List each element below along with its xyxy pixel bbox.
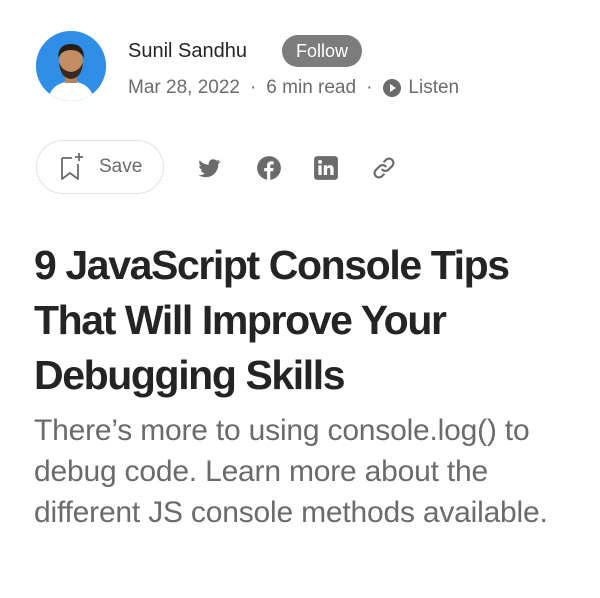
article-subtitle: There’s more to using console.log() to d… [34, 414, 548, 529]
follow-button[interactable]: Follow [282, 35, 363, 67]
meta-separator: · [249, 77, 257, 98]
listen-button[interactable]: Listen [382, 76, 459, 100]
link-icon[interactable] [371, 155, 397, 181]
meta-separator: · [366, 77, 373, 98]
bookmark-add-icon [59, 152, 85, 182]
author-avatar[interactable] [36, 31, 106, 101]
action-row: Save [36, 140, 576, 196]
author-name[interactable]: Sunil Sandhu [128, 39, 247, 63]
article-meta: Mar 28, 2022 · 6 min read · Listen [128, 76, 459, 100]
save-label: Save [99, 156, 143, 177]
play-icon [382, 78, 402, 98]
publish-date: Mar 28, 2022 [128, 77, 240, 98]
save-button[interactable]: Save [36, 140, 164, 194]
facebook-icon[interactable] [256, 155, 282, 181]
read-time: 6 min read [266, 77, 357, 98]
article-title: 9 JavaScript Console Tips That Will Impr… [34, 242, 510, 398]
author-row: Sunil Sandhu Follow Mar 28, 2022 · 6 min… [36, 31, 576, 103]
linkedin-icon[interactable] [313, 155, 339, 181]
listen-label: Listen [408, 77, 460, 98]
twitter-icon[interactable] [196, 155, 222, 181]
